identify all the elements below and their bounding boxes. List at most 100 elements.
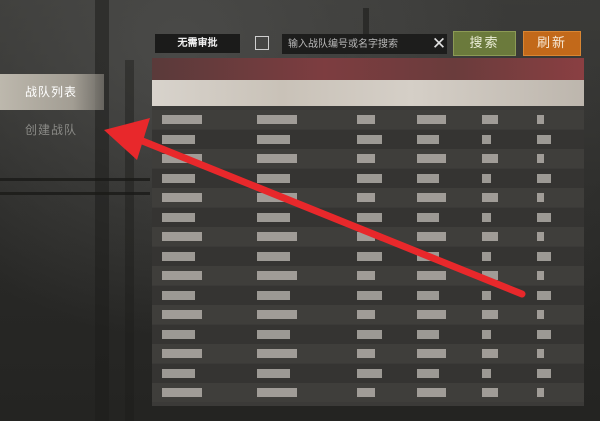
pixelated-cell [417,310,446,319]
pixelated-cell [482,193,498,202]
pixelated-cell [537,232,544,241]
pixelated-cell [482,134,491,144]
pixelated-cell [482,271,498,280]
pixelated-cell [257,349,297,358]
pixelated-cell [417,271,446,280]
pixelated-cell [257,173,290,183]
pixelated-cell [482,251,491,261]
pixelated-cell [417,329,439,339]
table-row[interactable] [152,129,584,149]
pixelated-cell [417,212,439,222]
table-row[interactable] [152,246,584,266]
pixelated-cell [417,193,446,202]
pixelated-cell [257,251,290,261]
pixelated-cell [357,349,375,358]
pixelated-cell [482,290,491,300]
pixelated-cell [357,290,382,300]
sidebar-item-team-list[interactable]: 战队列表 [0,74,104,110]
no-approval-filter-button[interactable]: 无需审批 [155,34,240,53]
pixelated-cell [482,388,498,397]
pixelated-cell [537,388,544,397]
table-row[interactable] [152,110,584,129]
close-icon[interactable]: ✕ [430,35,448,53]
pixelated-cell [482,154,498,163]
pixelated-cell [162,134,195,144]
pixelated-cell [357,232,375,241]
pixelated-cell [417,115,446,124]
pixelated-cell [357,329,382,339]
pixelated-cell [162,349,202,358]
table-row[interactable] [152,285,584,305]
pixelated-cell [162,173,195,183]
pixelated-cell [257,310,297,319]
table-row[interactable] [152,227,584,246]
table-row[interactable] [152,168,584,188]
pixelated-cell [162,232,202,241]
pixelated-cell [257,193,297,202]
pixelated-cell [162,388,202,397]
pixelated-cell [417,134,439,144]
pixelated-cell [482,232,498,241]
pixelated-cell [482,310,498,319]
pixelated-cell [162,193,202,202]
pixelated-cell [257,290,290,300]
pixelated-cell [357,251,382,261]
pixelated-cell [357,173,382,183]
sidebar-item-label: 创建战队 [25,123,78,137]
sidebar: 战队列表 创建战队 [0,74,150,148]
pixelated-cell [417,173,439,183]
background-fence [0,192,150,195]
pixelated-cell [537,251,551,261]
no-approval-checkbox[interactable] [255,36,269,50]
pixelated-cell [162,271,202,280]
background-fence [0,178,150,181]
table-row[interactable] [152,149,584,168]
pixelated-cell [537,134,551,144]
table-row[interactable] [152,383,584,402]
search-button[interactable]: 搜索 [453,31,516,56]
pixelated-cell [537,154,544,163]
pixelated-cell [257,212,290,222]
pixelated-cell [357,134,382,144]
pixelated-cell [257,115,297,124]
pixelated-cell [357,154,375,163]
pixelated-cell [357,115,375,124]
pixelated-cell [257,271,297,280]
pixelated-cell [162,154,202,163]
search-input[interactable] [282,34,447,54]
table-row[interactable] [152,363,584,383]
pixelated-cell [482,349,498,358]
pixelated-cell [162,310,202,319]
pixelated-cell [482,368,491,378]
pixelated-cell [357,388,375,397]
sidebar-item-create-team[interactable]: 创建战队 [0,112,150,148]
pixelated-cell [357,310,375,319]
pixelated-cell [417,349,446,358]
pixelated-cell [482,173,491,183]
table-row[interactable] [152,188,584,207]
table-row[interactable] [152,207,584,227]
pixelated-cell [537,212,551,222]
pixelated-cell [162,329,195,339]
pixelated-cell [537,115,544,124]
table-row[interactable] [152,266,584,285]
pixelated-cell [417,388,446,397]
table-row[interactable] [152,324,584,344]
pixelated-cell [537,329,551,339]
pixelated-cell [257,368,290,378]
pixelated-cell [537,271,544,280]
pixelated-cell [257,134,290,144]
pixelated-cell [257,232,297,241]
pixelated-cell [417,232,446,241]
pixelated-cell [482,329,491,339]
pixelated-cell [417,251,439,261]
refresh-button[interactable]: 刷新 [523,31,581,56]
table-row[interactable] [152,344,584,363]
pixelated-cell [162,251,195,261]
table-header-band [152,58,584,80]
pixelated-cell [537,193,544,202]
pixelated-cell [537,173,551,183]
pixelated-cell [357,193,375,202]
pixelated-cell [257,329,290,339]
table-row[interactable] [152,305,584,324]
